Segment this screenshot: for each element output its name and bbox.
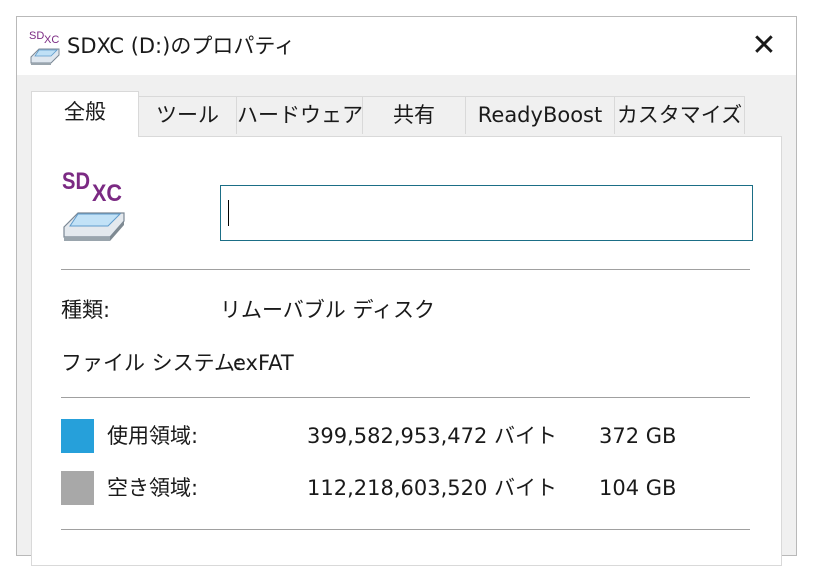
close-button[interactable]: ✕ xyxy=(732,17,796,75)
tab-general[interactable]: 全般 xyxy=(31,91,139,137)
tab-tools[interactable]: ツール xyxy=(138,96,237,134)
close-icon: ✕ xyxy=(751,28,777,63)
general-tab-panel: SD XC 種類: リムーバブル ディスク ファイル システム: exFAT 使… xyxy=(31,136,782,566)
filesystem-label: ファイル システム: xyxy=(61,351,243,375)
tab-label: 共有 xyxy=(393,103,435,127)
separator xyxy=(61,529,750,530)
sdxc-drive-icon: SD XC xyxy=(62,168,125,241)
free-space-size: 104 GB xyxy=(599,476,677,500)
window-title: SDXC (D:)のプロパティ xyxy=(67,34,296,58)
free-space-swatch xyxy=(61,471,94,505)
free-space-bytes: 112,218,603,520 バイト xyxy=(307,476,558,500)
tab-sharing[interactable]: 共有 xyxy=(362,96,466,134)
free-space-label: 空き領域: xyxy=(107,476,199,500)
tab-label: 全般 xyxy=(64,100,106,124)
used-space-label: 使用領域: xyxy=(107,424,199,448)
svg-text:SD: SD xyxy=(62,168,90,195)
tab-hardware[interactable]: ハードウェア xyxy=(236,96,363,134)
used-space-bytes: 399,582,953,472 バイト xyxy=(307,424,558,448)
tab-readyboost[interactable]: ReadyBoost xyxy=(465,96,615,134)
separator xyxy=(61,269,750,270)
tab-label: ツール xyxy=(156,103,219,127)
filesystem-value: exFAT xyxy=(233,351,294,375)
svg-text:XC: XC xyxy=(92,180,122,207)
svg-text:XC: XC xyxy=(44,34,59,46)
type-value: リムーバブル ディスク xyxy=(220,298,435,322)
properties-window: SD XC SDXC (D:)のプロパティ ✕ 全般 ツール ハードウェア 共有… xyxy=(16,16,797,566)
tab-customize[interactable]: カスタマイズ xyxy=(614,96,745,134)
tab-label: ReadyBoost xyxy=(477,103,603,127)
sdxc-drive-icon: SD XC xyxy=(29,30,60,65)
svg-text:SD: SD xyxy=(29,30,44,42)
separator xyxy=(61,397,750,398)
volume-name-input[interactable] xyxy=(220,185,753,241)
used-space-swatch xyxy=(61,419,94,453)
title-bar[interactable]: SD XC SDXC (D:)のプロパティ ✕ xyxy=(17,17,796,75)
tab-label: ハードウェア xyxy=(237,103,363,127)
text-caret xyxy=(228,200,229,226)
type-label: 種類: xyxy=(61,298,111,322)
tab-label: カスタマイズ xyxy=(616,103,743,127)
used-space-size: 372 GB xyxy=(599,424,677,448)
tab-strip: 全般 ツール ハードウェア 共有 ReadyBoost カスタマイズ xyxy=(17,75,796,137)
